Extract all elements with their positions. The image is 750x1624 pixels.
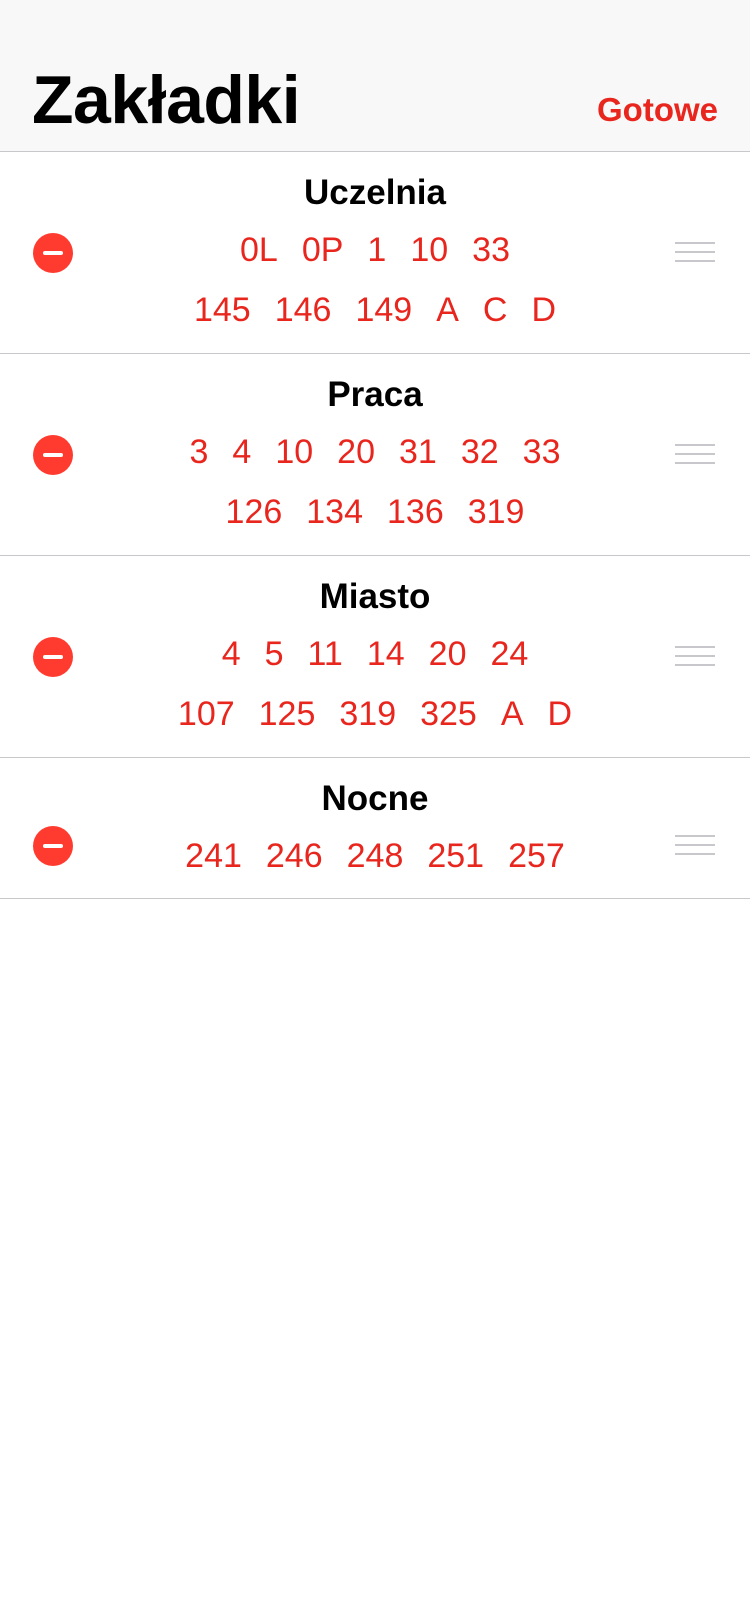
page-title: Zakładki — [32, 62, 301, 138]
line-number-tag: 136 — [387, 493, 444, 531]
bookmark-title: Miasto — [319, 577, 431, 616]
bookmark-row[interactable]: Miasto 4 5 11 14 20 24 107 125 319 325 A D — [0, 556, 750, 758]
line-number-tag: 20 — [428, 635, 467, 673]
line-number-tag: 257 — [508, 837, 565, 875]
line-number-tag: 107 — [177, 695, 235, 733]
bookmark-lines-row: 241 246 248 251 257 — [0, 836, 750, 876]
line-number-tag: 319 — [339, 695, 397, 733]
bookmark-lines-row: 145 146 149 A C D — [0, 290, 750, 330]
line-number-tag: 10 — [410, 231, 449, 269]
line-number-tag: 33 — [472, 231, 510, 269]
bookmark-title: Praca — [327, 375, 423, 414]
bookmark-row[interactable]: Uczelnia 0L 0P 1 10 33 145 146 149 A C D — [0, 152, 750, 354]
line-number-tag: 134 — [306, 493, 363, 531]
line-number-tag: 31 — [399, 433, 437, 471]
bookmark-row[interactable]: Nocne 241 246 248 251 257 — [0, 758, 750, 899]
line-number-tag: D — [531, 291, 556, 329]
done-button[interactable]: Gotowe — [597, 90, 718, 130]
bookmark-lines-row: 0L 0P 1 10 33 — [0, 230, 750, 270]
line-number-tag: 4 — [221, 635, 241, 673]
line-number-tag: 319 — [467, 493, 525, 531]
line-number-tag: 33 — [522, 433, 561, 471]
reorder-handle-icon[interactable] — [675, 242, 715, 264]
line-number-tag: 5 — [264, 635, 284, 673]
bookmark-lines-row: 3 4 10 20 31 32 33 — [0, 432, 750, 472]
line-number-tag: 251 — [427, 837, 485, 875]
line-number-tag: 1 — [367, 231, 387, 269]
line-number-tag: 146 — [274, 291, 332, 329]
bookmark-lines-row: 4 5 11 14 20 24 — [0, 634, 750, 674]
line-number-tag: 24 — [490, 635, 529, 673]
line-number-tag: 14 — [366, 635, 405, 673]
line-number-tag: A — [500, 695, 524, 733]
line-number-tag: 32 — [460, 433, 499, 471]
line-number-tag: 145 — [193, 291, 251, 329]
line-number-tag: 125 — [258, 695, 316, 733]
line-number-tag: 325 — [420, 695, 477, 733]
reorder-handle-icon[interactable] — [675, 835, 715, 857]
bookmark-lines-row: 126 134 136 319 — [0, 492, 750, 532]
bookmark-lines-row: 107 125 319 325 A D — [0, 694, 750, 734]
line-number-tag: 149 — [355, 291, 413, 329]
bookmark-list: Uczelnia 0L 0P 1 10 33 145 146 149 A C D Praca 3 4 10 20… — [0, 152, 750, 899]
line-number-tag: 20 — [337, 433, 375, 471]
line-number-tag: 10 — [275, 433, 314, 471]
bookmark-row[interactable]: Praca 3 4 10 20 31 32 33 126 134 136 319 — [0, 354, 750, 556]
line-number-tag: D — [547, 695, 573, 733]
line-number-tag: 126 — [225, 493, 283, 531]
line-number-tag: 241 — [185, 837, 242, 875]
bookmark-title: Nocne — [321, 779, 429, 818]
line-number-tag: A — [436, 291, 459, 329]
line-number-tag: 3 — [189, 433, 209, 471]
reorder-handle-icon[interactable] — [675, 646, 715, 668]
bookmark-title: Uczelnia — [304, 173, 446, 212]
line-number-tag: 0P — [301, 231, 344, 269]
reorder-handle-icon[interactable] — [675, 444, 715, 466]
line-number-tag: 0L — [240, 231, 278, 269]
line-number-tag: 4 — [232, 433, 252, 471]
line-number-tag: C — [482, 291, 508, 329]
navigation-bar: Zakładki Gotowe — [0, 0, 750, 152]
line-number-tag: 246 — [265, 837, 323, 875]
line-number-tag: 11 — [307, 635, 343, 673]
line-number-tag: 248 — [346, 837, 404, 875]
